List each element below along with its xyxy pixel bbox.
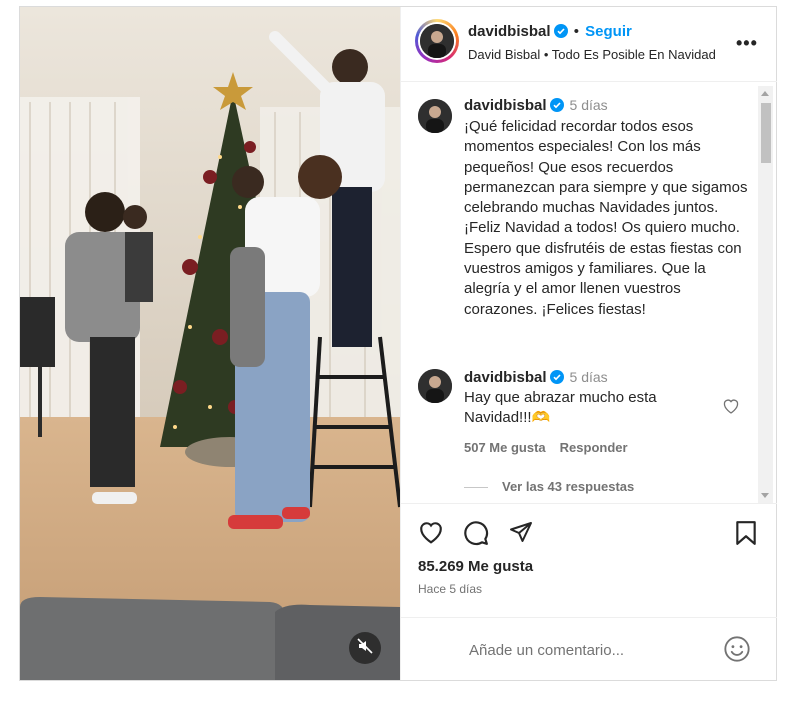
heart-icon — [418, 522, 444, 548]
view-replies-label: Ver las 43 respuestas — [502, 479, 635, 494]
view-replies-button[interactable]: Ver las 43 respuestas — [464, 479, 634, 494]
comment-text: Hay que abrazar mucho esta Navidad!!!🫶 — [464, 389, 657, 426]
reply-button[interactable]: Responder — [560, 440, 628, 455]
comment-composer — [401, 617, 777, 681]
comment-header: davidbisbal 5 días — [464, 369, 608, 386]
comments-scrollbar[interactable] — [758, 86, 773, 503]
verified-badge-icon — [549, 370, 564, 384]
heart-icon — [722, 399, 740, 418]
emoji-button[interactable] — [723, 635, 751, 668]
bookmark-icon — [735, 521, 757, 550]
comment-time: 5 días — [569, 369, 608, 385]
comment-meta: 507 Me gusta Responder — [464, 440, 642, 455]
save-button[interactable] — [735, 520, 757, 551]
caption-time: 5 días — [569, 97, 608, 113]
share-button[interactable] — [508, 520, 534, 549]
speaker-muted-icon — [357, 637, 373, 659]
paper-plane-icon — [508, 522, 534, 548]
caption-username[interactable]: davidbisbal — [464, 97, 547, 114]
scroll-thumb[interactable] — [761, 103, 771, 163]
comment-like-button[interactable] — [722, 398, 740, 419]
comment-likes[interactable]: 507 Me gusta — [464, 440, 546, 455]
caption-text: ¡Qué felicidad recordar todos esos momen… — [464, 118, 748, 318]
verified-badge-icon — [553, 24, 568, 38]
comment-input[interactable] — [467, 638, 711, 662]
author-line: davidbisbal • Seguir — [468, 23, 632, 40]
follow-button[interactable]: Seguir — [585, 23, 632, 40]
comments-section[interactable]: davidbisbal 5 días ¡Qué felicidad recorda… — [401, 82, 777, 502]
post-header: davidbisbal • Seguir David Bisbal • Todo… — [401, 7, 777, 82]
comment-bubble-icon — [463, 521, 489, 550]
replies-divider — [464, 487, 488, 489]
like-button[interactable] — [418, 520, 444, 549]
audio-subtitle[interactable]: David Bisbal • Todo Es Posible En Navida… — [468, 47, 716, 62]
video-frame-illustration — [20, 7, 400, 680]
caption-avatar[interactable] — [418, 99, 452, 133]
story-ring[interactable] — [415, 19, 459, 63]
author-username[interactable]: davidbisbal — [468, 23, 551, 40]
post-details-panel: davidbisbal • Seguir David Bisbal • Todo… — [400, 7, 777, 680]
scroll-down-arrow-icon[interactable] — [761, 493, 769, 498]
likes-count[interactable]: 85.269 Me gusta — [418, 558, 533, 575]
separator-dot: • — [573, 23, 579, 40]
avatar — [420, 24, 454, 58]
caption-header: davidbisbal 5 días — [464, 97, 608, 114]
verified-badge-icon — [549, 98, 564, 112]
post-video[interactable] — [20, 7, 400, 680]
comment-username[interactable]: davidbisbal — [464, 369, 547, 386]
comment-button[interactable] — [463, 520, 489, 551]
comment-avatar[interactable] — [418, 369, 452, 403]
smiley-icon — [723, 636, 751, 667]
scroll-up-arrow-icon[interactable] — [761, 91, 769, 96]
post-date: Hace 5 días — [418, 582, 483, 596]
more-options-button[interactable]: ••• — [736, 33, 758, 54]
mute-button[interactable] — [349, 632, 381, 664]
post-modal: davidbisbal • Seguir David Bisbal • Todo… — [19, 6, 777, 681]
